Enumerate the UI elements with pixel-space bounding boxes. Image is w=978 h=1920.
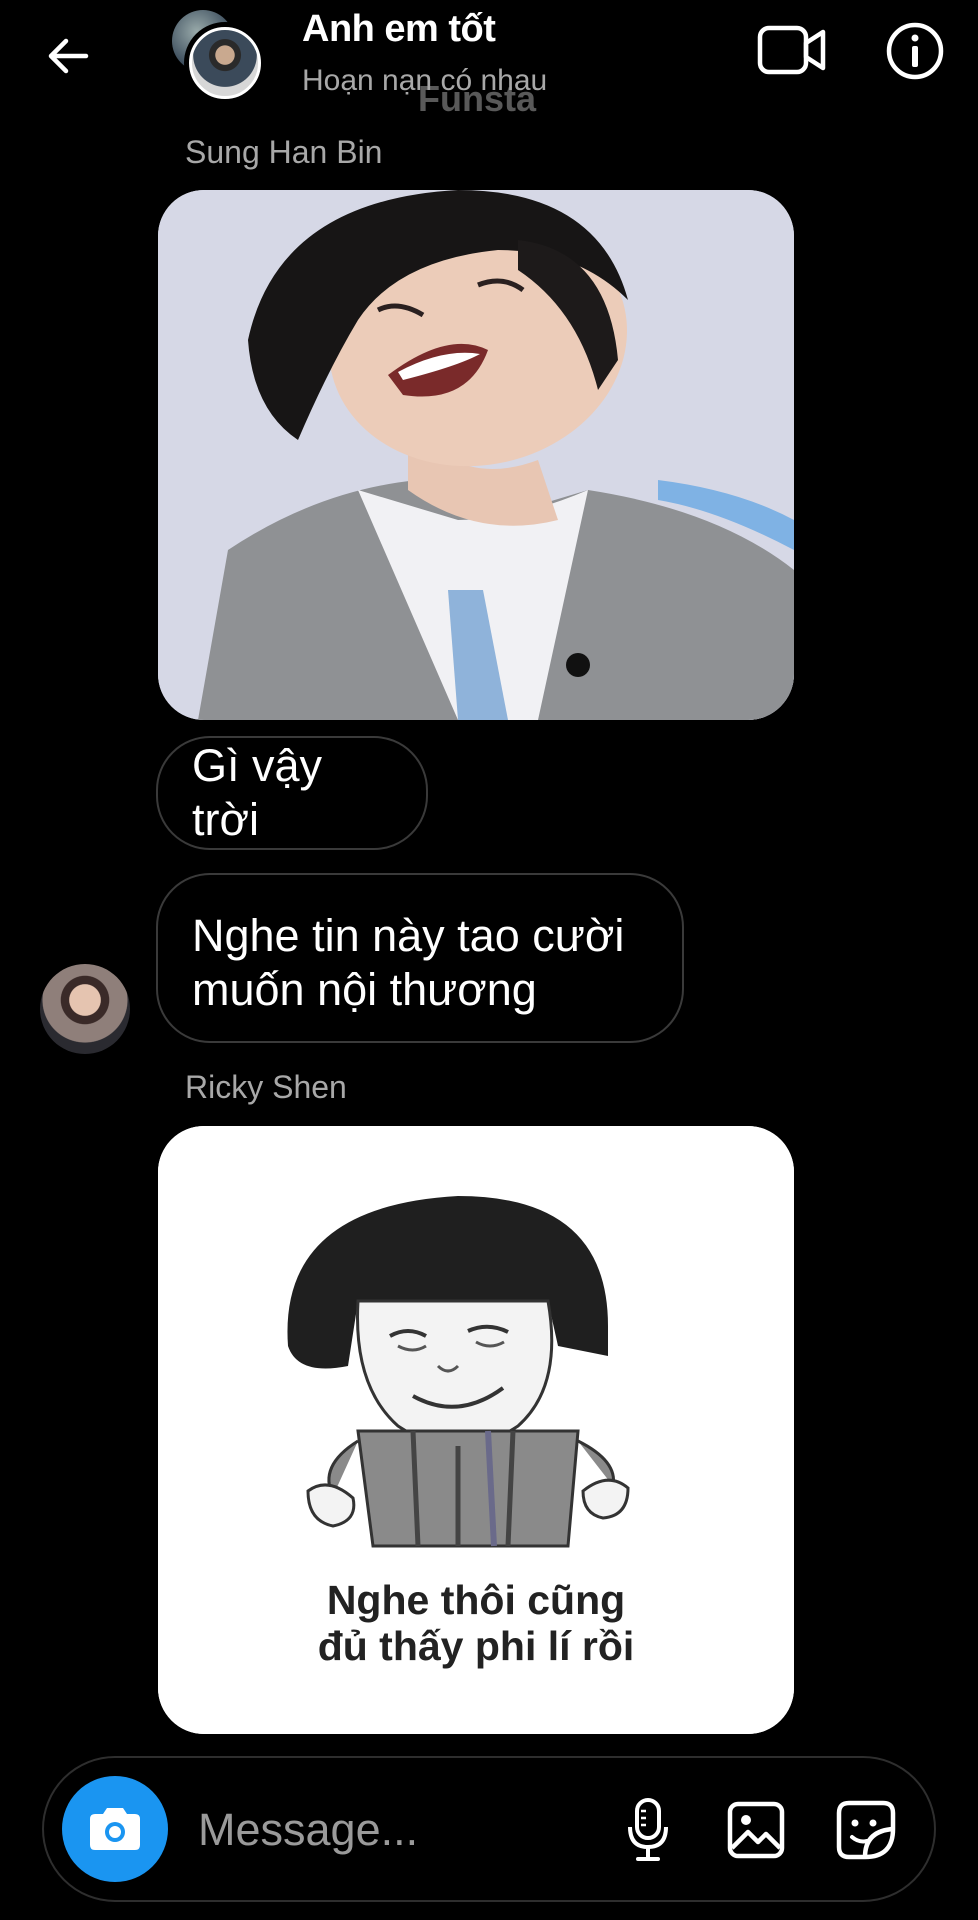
chat-title[interactable]: Anh em tốt	[302, 8, 496, 51]
message-text: Gì vậy trời	[192, 740, 323, 845]
message-composer	[42, 1756, 936, 1902]
group-avatar-front	[184, 22, 266, 104]
message-text: Nghe tin này tao cười muốn nội thương	[192, 910, 625, 1015]
gallery-button[interactable]	[720, 1794, 792, 1866]
gallery-icon	[727, 1801, 785, 1859]
photo-image	[158, 190, 794, 720]
chat-header: Anh em tốt Funsta Hoạn nạn có nhau	[0, 0, 978, 130]
sticker-button[interactable]	[830, 1794, 902, 1866]
sender-name: Sung Han Bin	[185, 134, 383, 170]
sender-avatar[interactable]	[40, 964, 130, 1054]
camera-button[interactable]	[62, 1776, 168, 1882]
image-message[interactable]	[158, 190, 794, 720]
microphone-icon	[628, 1798, 668, 1861]
camera-icon	[90, 1808, 140, 1850]
sticker-icon	[836, 1800, 896, 1860]
info-icon	[886, 22, 944, 80]
message-bubble[interactable]: Nghe tin này tao cười muốn nội thương	[156, 873, 684, 1043]
meme-caption-line2: đủ thấy phi lí rồi	[317, 1623, 635, 1669]
back-button[interactable]	[40, 28, 96, 84]
arrow-left-icon	[48, 38, 89, 74]
info-button[interactable]	[884, 20, 946, 82]
video-call-button[interactable]	[756, 20, 828, 80]
voice-message-button[interactable]	[612, 1794, 684, 1866]
video-camera-icon	[757, 25, 826, 75]
message-bubble[interactable]: Gì vậy trời	[156, 736, 428, 850]
message-input[interactable]	[198, 1794, 598, 1866]
meme-caption-line1: Nghe thôi cũng	[326, 1577, 626, 1623]
sender-name: Ricky Shen	[185, 1069, 347, 1105]
image-message[interactable]: Nghe thôi cũng đủ thấy phi lí rồi	[158, 1126, 794, 1734]
chat-subtitle: Hoạn nạn có nhau	[302, 64, 548, 97]
group-avatar[interactable]	[168, 8, 268, 108]
